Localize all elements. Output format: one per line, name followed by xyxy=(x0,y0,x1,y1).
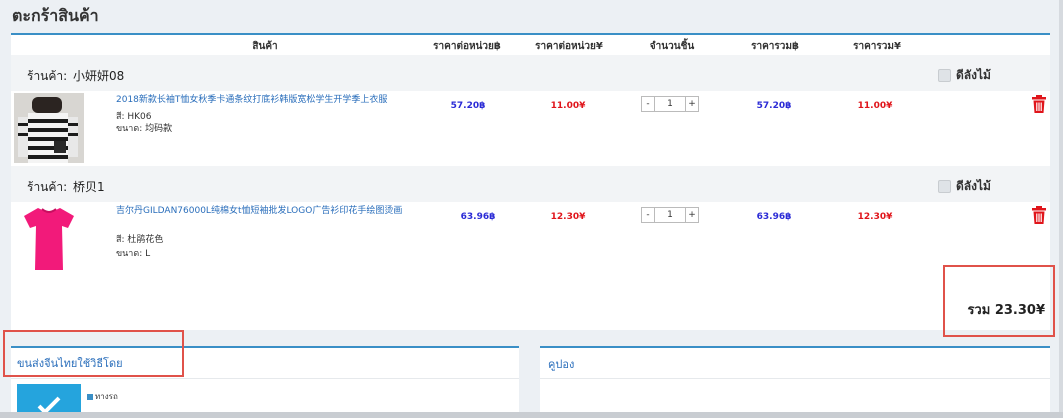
shop-name: ร้านค้า: 桥贝1 xyxy=(27,178,105,197)
product-size: ขนาด: 均码款 xyxy=(116,124,173,134)
shipping-option-truck[interactable]: ทางรถ xyxy=(87,390,118,403)
divider xyxy=(11,378,519,379)
trash-icon[interactable] xyxy=(1031,206,1047,224)
total-price-thb: 57.20฿ xyxy=(756,101,792,111)
favorite-checkbox[interactable] xyxy=(938,180,951,193)
shop-row: ร้านค้า: 小妍妍08 ดีลังไม้ xyxy=(11,55,1050,91)
qty-input[interactable]: 1 xyxy=(655,207,685,223)
page-title: ตะกร้าสินค้า xyxy=(12,6,99,25)
shipping-highlight-box xyxy=(3,330,184,377)
qty-input[interactable]: 1 xyxy=(655,96,685,112)
bottom-edge xyxy=(0,412,1063,418)
product-name-link[interactable]: 吉尔丹GILDAN76000L纯棉女t恤短袖批发LOGO广告衫印花手绘图烫画 xyxy=(116,205,416,217)
qty-plus-button[interactable]: + xyxy=(685,96,699,112)
header-unit-price-thb: ราคาต่อหน่วย฿ xyxy=(433,41,501,52)
coupon-title: คูปอง xyxy=(548,358,575,371)
header-product: สินค้า xyxy=(252,41,278,52)
cart-item-row: 2018新款长袖T恤女秋季卡通条纹打底衫韩版宽松学生开学季上衣服 สี: HK0… xyxy=(11,91,1050,165)
qty-minus-button[interactable]: - xyxy=(641,96,655,112)
shop-name-text: 桥贝1 xyxy=(73,180,105,194)
coupon-panel: คูปอง xyxy=(540,346,1050,418)
quantity-stepper: - 1 + xyxy=(641,207,699,223)
unit-price-cny: 12.30¥ xyxy=(550,212,586,222)
total-highlight-box: รวม 23.30¥ xyxy=(943,265,1055,337)
quantity-stepper: - 1 + xyxy=(641,96,699,112)
product-thumbnail[interactable] xyxy=(14,204,84,274)
shop-label: ร้านค้า: xyxy=(27,69,68,83)
favorite-label[interactable]: ดีลังไม้ xyxy=(956,66,991,85)
shop-name: ร้านค้า: 小妍妍08 xyxy=(27,67,124,86)
product-thumbnail[interactable] xyxy=(14,93,84,163)
header-quantity: จำนวนชิ้น xyxy=(649,41,695,52)
shop-row: ร้านค้า: 桥贝1 ดีลังไม้ xyxy=(11,166,1050,202)
total-price-cny: 12.30¥ xyxy=(857,212,893,222)
total-price-cny: 11.00¥ xyxy=(857,101,893,111)
product-name-link[interactable]: 2018新款长袖T恤女秋季卡通条纹打底衫韩版宽松学生开学季上衣服 xyxy=(116,94,416,106)
cart-table-header: สินค้า ราคาต่อหน่วย฿ ราคาต่อหน่วย¥ จำนวน… xyxy=(11,35,1050,55)
unit-price-thb: 63.96฿ xyxy=(460,212,496,222)
favorite-label[interactable]: ดีลังไม้ xyxy=(956,177,991,196)
cart-panel: สินค้า ราคาต่อหน่วย฿ ราคาต่อหน่วย¥ จำนวน… xyxy=(11,33,1050,330)
divider xyxy=(540,378,1050,379)
shop-name-text: 小妍妍08 xyxy=(73,69,125,83)
product-size: ขนาด: L xyxy=(116,249,151,259)
radio-icon[interactable] xyxy=(87,393,93,400)
shipping-option-label: ทางรถ xyxy=(95,392,118,401)
cart-item-row: 吉尔丹GILDAN76000L纯棉女t恤短袖批发LOGO广告衫印花手绘图烫画 ส… xyxy=(11,202,1050,276)
header-unit-price-cny: ราคาต่อหน่วย¥ xyxy=(535,41,603,52)
unit-price-thb: 57.20฿ xyxy=(450,101,486,111)
cart-total: รวม 23.30¥ xyxy=(967,303,1045,318)
unit-price-cny: 11.00¥ xyxy=(550,101,586,111)
product-color: สี: 杜鹃花色 xyxy=(116,235,164,245)
favorite-checkbox[interactable] xyxy=(938,69,951,82)
header-total-thb: ราคารวม฿ xyxy=(751,41,799,52)
total-price-thb: 63.96฿ xyxy=(756,212,792,222)
trash-icon[interactable] xyxy=(1031,95,1047,113)
qty-plus-button[interactable]: + xyxy=(685,207,699,223)
qty-minus-button[interactable]: - xyxy=(641,207,655,223)
scrollbar-track[interactable] xyxy=(1059,0,1063,418)
header-total-cny: ราคารวม¥ xyxy=(853,41,901,52)
shop-label: ร้านค้า: xyxy=(27,180,68,194)
